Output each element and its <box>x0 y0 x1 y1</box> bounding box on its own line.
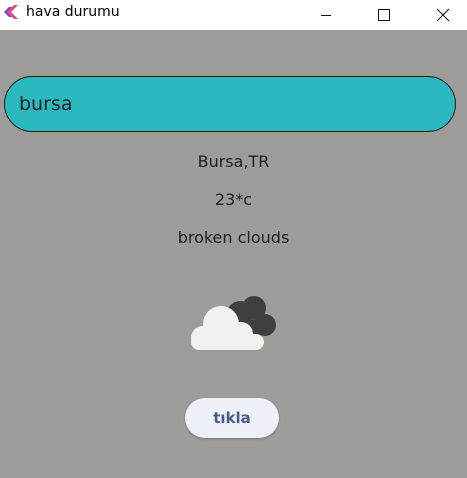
title-bar: hava durumu <box>0 0 467 30</box>
weather-description: broken clouds <box>177 228 290 247</box>
window-title: hava durumu <box>26 4 120 20</box>
location-label: Bursa,TR <box>197 152 270 171</box>
submit-button[interactable]: tıkla <box>185 398 279 438</box>
maximize-button[interactable] <box>361 0 407 30</box>
temperature-label: 23*c <box>214 190 253 209</box>
close-icon <box>436 8 450 22</box>
minimize-icon <box>321 15 331 16</box>
maximize-icon <box>378 9 390 21</box>
app-logo-icon <box>4 5 18 19</box>
app-window: hava durumu Bursa,TR 23*c broken clouds <box>0 0 467 478</box>
broken-clouds-icon <box>191 296 276 350</box>
minimize-button[interactable] <box>303 0 349 30</box>
close-button[interactable] <box>420 0 466 30</box>
city-search-input[interactable] <box>4 76 456 132</box>
